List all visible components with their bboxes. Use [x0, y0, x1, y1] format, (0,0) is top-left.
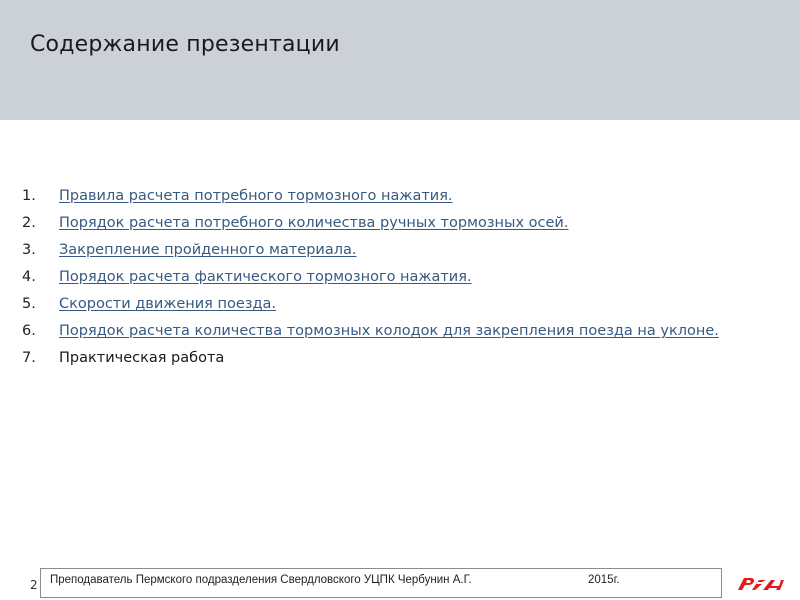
toc-link-train-speeds[interactable]: Скорости движения поезда.: [59, 294, 276, 314]
footer-year: 2015г.: [588, 574, 620, 586]
toc-item: 7. Практическая работа: [22, 348, 762, 368]
toc-item: 2. Порядок расчета потребного количества…: [22, 213, 762, 233]
toc-link-review[interactable]: Закрепление пройденного материала.: [59, 240, 357, 260]
page-number: 2: [30, 578, 38, 592]
toc-item: 6. Порядок расчета количества тормозных …: [22, 321, 762, 341]
toc-link-braking-rules[interactable]: Правила расчета потребного тормозного на…: [59, 186, 453, 206]
rzd-logo-icon: [738, 578, 784, 590]
toc-item-number: 6.: [22, 323, 36, 339]
toc-item-number: 4.: [22, 269, 36, 285]
slide-header: Содержание презентации: [0, 0, 800, 120]
toc-item-number: 2.: [22, 215, 36, 231]
toc-item-number: 5.: [22, 296, 36, 312]
table-of-contents: 1. Правила расчета потребного тормозного…: [22, 186, 762, 375]
toc-item-number: 7.: [22, 350, 36, 366]
toc-item: 5. Скорости движения поезда.: [22, 294, 762, 314]
toc-link-actual-braking[interactable]: Порядок расчета фактического тормозного …: [59, 267, 472, 287]
slide-title: Содержание презентации: [30, 32, 340, 57]
toc-item: 4. Порядок расчета фактического тормозно…: [22, 267, 762, 287]
toc-item-practical-work: Практическая работа: [59, 350, 225, 366]
toc-item: 3. Закрепление пройденного материала.: [22, 240, 762, 260]
footer-author: Преподаватель Пермского подразделения Св…: [50, 574, 472, 586]
toc-item-number: 3.: [22, 242, 36, 258]
toc-item: 1. Правила расчета потребного тормозного…: [22, 186, 762, 206]
toc-link-hand-brake-axles[interactable]: Порядок расчета потребного количества ру…: [59, 213, 568, 233]
toc-item-number: 1.: [22, 188, 36, 204]
toc-link-brake-shoes-slope[interactable]: Порядок расчета количества тормозных кол…: [59, 321, 719, 341]
